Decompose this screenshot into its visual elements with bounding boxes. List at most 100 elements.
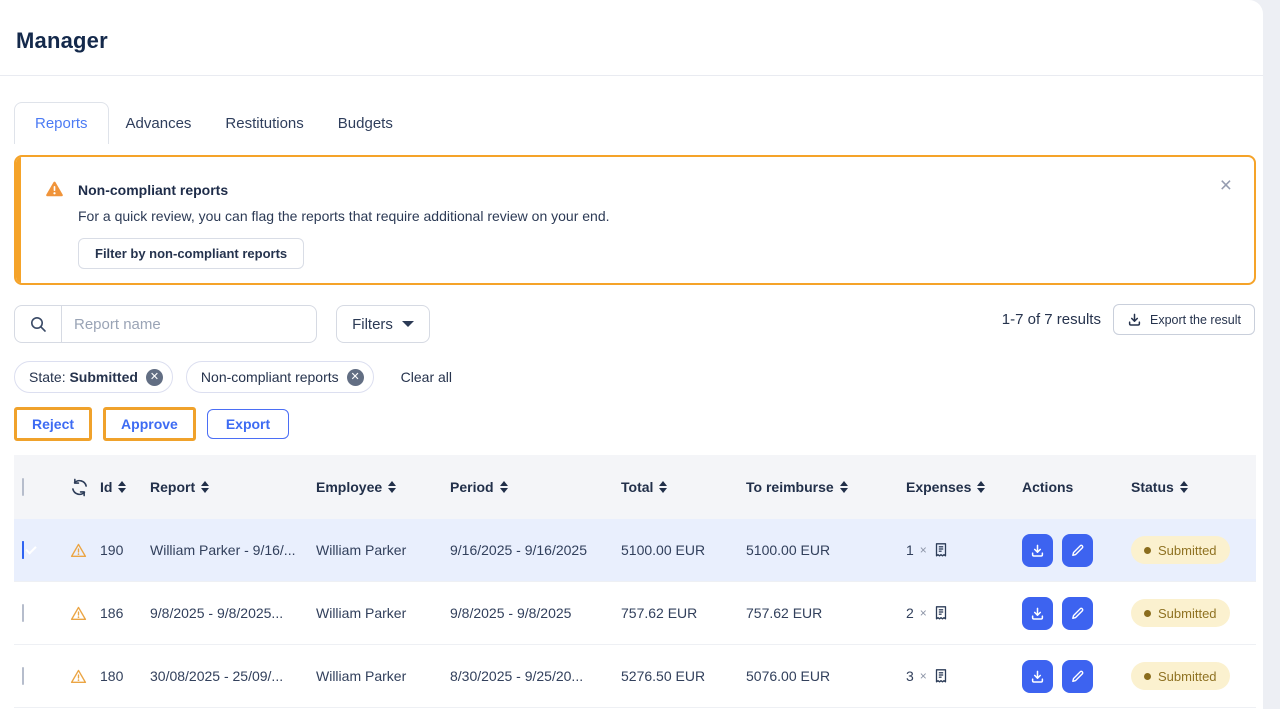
- tab-restitutions[interactable]: Restitutions: [208, 102, 320, 144]
- expenses-cell: 1 ×: [906, 542, 1022, 558]
- banner-description: For a quick review, you can flag the rep…: [78, 208, 610, 224]
- column-header-report[interactable]: Report: [150, 479, 316, 495]
- status-badge: Submitted: [1131, 662, 1230, 690]
- employee-name: William Parker: [316, 668, 450, 684]
- pencil-icon: [1070, 669, 1085, 684]
- row-checkbox[interactable]: [22, 667, 24, 685]
- main-content-card: Manager ReportsAdvancesRestitutionsBudge…: [0, 0, 1263, 709]
- row-checkbox[interactable]: [22, 541, 24, 559]
- status-dot-icon: [1144, 673, 1151, 680]
- report-total: 5100.00 EUR: [621, 542, 746, 558]
- page-header: Manager: [0, 0, 1263, 76]
- sort-icon: [388, 481, 396, 493]
- sort-icon: [118, 481, 126, 493]
- download-icon: [1030, 543, 1045, 558]
- approve-button[interactable]: Approve: [103, 407, 196, 441]
- tab-budgets[interactable]: Budgets: [321, 102, 410, 144]
- status-badge: Submitted: [1131, 536, 1230, 564]
- expenses-count: 3: [906, 668, 914, 684]
- column-header-status[interactable]: Status: [1131, 479, 1256, 495]
- search-input[interactable]: [62, 306, 316, 342]
- receipt-icon: [933, 605, 949, 621]
- employee-name: William Parker: [316, 542, 450, 558]
- table-row[interactable]: 180 30/08/2025 - 25/09/... William Parke…: [14, 645, 1256, 708]
- expenses-cell: 3 ×: [906, 668, 1022, 684]
- bulk-actions-row: Reject Approve Export: [14, 407, 289, 441]
- report-name: 30/08/2025 - 25/09/...: [150, 668, 316, 684]
- report-name: William Parker - 9/16/...: [150, 542, 316, 558]
- column-header-period[interactable]: Period: [450, 479, 621, 495]
- export-button[interactable]: Export: [207, 409, 289, 439]
- times-symbol: ×: [920, 669, 927, 683]
- report-id: 180: [100, 668, 150, 684]
- sort-icon: [500, 481, 508, 493]
- toolbar-right: 1-7 of 7 results Export the result: [1002, 304, 1255, 335]
- times-symbol: ×: [920, 543, 927, 557]
- employee-name: William Parker: [316, 605, 450, 621]
- receipt-icon: [933, 668, 949, 684]
- expenses-count: 1: [906, 542, 914, 558]
- report-total: 757.62 EUR: [621, 605, 746, 621]
- receipt-icon: [933, 542, 949, 558]
- pencil-icon: [1070, 543, 1085, 558]
- download-report-button[interactable]: [1022, 534, 1053, 567]
- refresh-icon[interactable]: [70, 478, 100, 497]
- edit-report-button[interactable]: [1062, 660, 1093, 693]
- select-all-checkbox[interactable]: [22, 478, 24, 496]
- warning-icon: [70, 668, 100, 685]
- close-icon[interactable]: ×: [1220, 175, 1232, 196]
- filters-button[interactable]: Filters: [336, 305, 430, 343]
- edit-report-button[interactable]: [1062, 597, 1093, 630]
- table-row[interactable]: 186 9/8/2025 - 9/8/2025... William Parke…: [14, 582, 1256, 645]
- sort-icon: [840, 481, 848, 493]
- download-report-button[interactable]: [1022, 597, 1053, 630]
- table-row[interactable]: 190 William Parker - 9/16/... William Pa…: [14, 519, 1256, 582]
- search-box: [14, 305, 317, 343]
- actions-cell: [1022, 534, 1131, 567]
- sort-icon: [659, 481, 667, 493]
- pencil-icon: [1070, 606, 1085, 621]
- report-reimburse: 5100.00 EUR: [746, 542, 906, 558]
- column-header-id[interactable]: Id: [100, 479, 150, 495]
- report-reimburse: 757.62 EUR: [746, 605, 906, 621]
- chip-label: Non-compliant reports: [201, 369, 339, 385]
- page-title: Manager: [16, 28, 108, 54]
- table-body: 190 William Parker - 9/16/... William Pa…: [14, 519, 1256, 708]
- download-icon: [1127, 312, 1142, 327]
- reject-button[interactable]: Reject: [14, 407, 92, 441]
- download-report-button[interactable]: [1022, 660, 1053, 693]
- tab-bar: ReportsAdvancesRestitutionsBudgets: [14, 102, 410, 144]
- filters-label: Filters: [352, 316, 393, 333]
- chip-label: State: Submitted: [29, 369, 138, 385]
- status-dot-icon: [1144, 547, 1151, 554]
- filter-non-compliant-button[interactable]: Filter by non-compliant reports: [78, 238, 304, 269]
- column-header-reimburse[interactable]: To reimburse: [746, 479, 906, 495]
- column-header-employee[interactable]: Employee: [316, 479, 450, 495]
- status-label: Submitted: [1158, 669, 1217, 684]
- status-cell: Submitted: [1131, 599, 1256, 627]
- sort-icon: [977, 481, 985, 493]
- clear-all-link[interactable]: Clear all: [401, 369, 452, 385]
- row-checkbox[interactable]: [22, 604, 24, 622]
- times-symbol: ×: [920, 606, 927, 620]
- search-icon[interactable]: [15, 306, 62, 342]
- reports-table: IdReportEmployeePeriodTotalTo reimburseE…: [14, 455, 1256, 708]
- tab-advances[interactable]: Advances: [109, 102, 209, 144]
- column-header-actions: Actions: [1022, 479, 1131, 495]
- column-header-expenses[interactable]: Expenses: [906, 479, 1022, 495]
- report-name: 9/8/2025 - 9/8/2025...: [150, 605, 316, 621]
- edit-report-button[interactable]: [1062, 534, 1093, 567]
- report-id: 190: [100, 542, 150, 558]
- export-result-label: Export the result: [1150, 313, 1241, 327]
- status-cell: Submitted: [1131, 536, 1256, 564]
- chevron-down-icon: [402, 321, 414, 327]
- tab-reports[interactable]: Reports: [14, 102, 109, 144]
- status-label: Submitted: [1158, 606, 1217, 621]
- export-result-button[interactable]: Export the result: [1113, 304, 1255, 335]
- chip-remove-icon[interactable]: ✕: [347, 369, 364, 386]
- report-id: 186: [100, 605, 150, 621]
- status-label: Submitted: [1158, 543, 1217, 558]
- download-icon: [1030, 669, 1045, 684]
- chip-remove-icon[interactable]: ✕: [146, 369, 163, 386]
- column-header-total[interactable]: Total: [621, 479, 746, 495]
